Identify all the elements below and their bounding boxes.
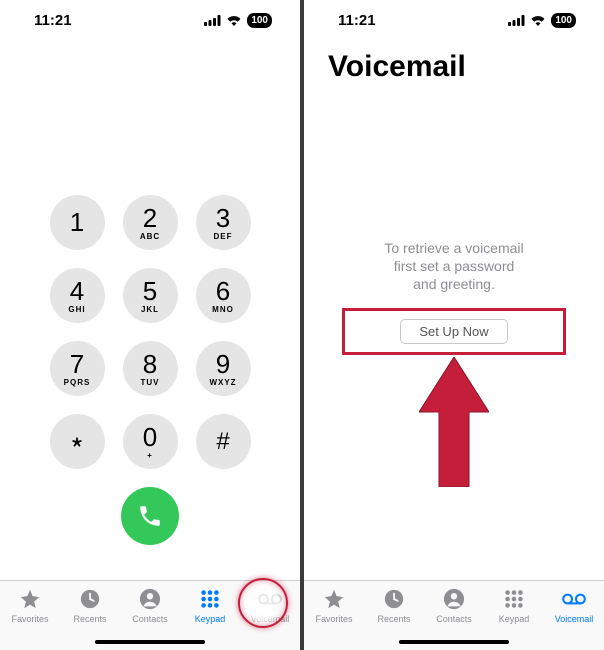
voicemail-body: To retrieve a voicemail first set a pass… xyxy=(304,84,604,580)
tab-voicemail-label: Voicemail xyxy=(555,614,594,624)
setup-now-button[interactable]: Set Up Now xyxy=(400,319,507,344)
battery-indicator: 100 xyxy=(247,13,272,28)
battery-indicator: 100 xyxy=(551,13,576,28)
tab-recents[interactable]: Recents xyxy=(367,587,421,624)
key-5[interactable]: 5JKL xyxy=(123,268,178,323)
cellular-icon xyxy=(508,15,525,26)
status-bar: 11:21 100 xyxy=(304,0,604,40)
tab-recents-label: Recents xyxy=(73,614,106,624)
person-icon xyxy=(138,587,162,611)
person-icon xyxy=(442,587,466,611)
voicemail-icon xyxy=(562,587,586,611)
key-3[interactable]: 3DEF xyxy=(196,195,251,250)
key-pound[interactable]: # xyxy=(196,414,251,469)
status-bar: 11:21 100 xyxy=(0,0,300,40)
star-icon xyxy=(322,587,346,611)
wifi-icon xyxy=(530,15,546,26)
phone-screen-keypad: 11:21 100 1 2ABC 3DEF 4GHI 5JKL 6MNO 7PQ… xyxy=(0,0,300,650)
home-indicator[interactable] xyxy=(399,640,509,644)
status-indicators: 100 xyxy=(508,13,576,28)
tab-contacts-label: Contacts xyxy=(436,614,472,624)
key-star[interactable]: ﹡ xyxy=(50,414,105,469)
clock-icon xyxy=(382,587,406,611)
tab-recents-label: Recents xyxy=(377,614,410,624)
cellular-icon xyxy=(204,15,221,26)
clock-icon xyxy=(78,587,102,611)
voicemail-instructions: To retrieve a voicemail first set a pass… xyxy=(384,239,523,294)
key-1[interactable]: 1 xyxy=(50,195,105,250)
key-0[interactable]: 0+ xyxy=(123,414,178,469)
tab-keypad[interactable]: Keypad xyxy=(487,587,541,624)
voicemail-icon xyxy=(258,587,282,611)
tab-recents[interactable]: Recents xyxy=(63,587,117,624)
keypad-area: 1 2ABC 3DEF 4GHI 5JKL 6MNO 7PQRS 8TUV 9W… xyxy=(0,40,300,580)
call-button[interactable] xyxy=(121,487,179,545)
annotation-arrow-up xyxy=(419,357,489,492)
annotation-highlight-box: Set Up Now xyxy=(342,308,565,355)
tab-contacts[interactable]: Contacts xyxy=(123,587,177,624)
tab-contacts-label: Contacts xyxy=(132,614,168,624)
tab-keypad[interactable]: Keypad xyxy=(183,587,237,624)
status-time: 11:21 xyxy=(34,12,72,29)
page-title: Voicemail xyxy=(328,50,580,84)
tab-favorites-label: Favorites xyxy=(11,614,48,624)
tab-contacts[interactable]: Contacts xyxy=(427,587,481,624)
tab-voicemail[interactable]: Voicemail xyxy=(243,587,297,624)
home-indicator[interactable] xyxy=(95,640,205,644)
wifi-icon xyxy=(226,15,242,26)
key-6[interactable]: 6MNO xyxy=(196,268,251,323)
tab-favorites[interactable]: Favorites xyxy=(3,587,57,624)
voicemail-header: Voicemail xyxy=(304,40,604,84)
phone-screen-voicemail: 11:21 100 Voicemail To retrieve a voicem… xyxy=(304,0,604,650)
keypad-grid: 1 2ABC 3DEF 4GHI 5JKL 6MNO 7PQRS 8TUV 9W… xyxy=(50,195,251,469)
tab-voicemail-label: Voicemail xyxy=(251,614,290,624)
key-8[interactable]: 8TUV xyxy=(123,341,178,396)
key-2[interactable]: 2ABC xyxy=(123,195,178,250)
tab-keypad-label: Keypad xyxy=(195,614,226,624)
keypad-icon xyxy=(198,587,222,611)
tab-favorites-label: Favorites xyxy=(315,614,352,624)
key-9[interactable]: 9WXYZ xyxy=(196,341,251,396)
keypad-icon xyxy=(502,587,526,611)
status-time: 11:21 xyxy=(338,12,376,29)
key-7[interactable]: 7PQRS xyxy=(50,341,105,396)
tab-voicemail[interactable]: Voicemail xyxy=(547,587,601,624)
tab-favorites[interactable]: Favorites xyxy=(307,587,361,624)
tab-keypad-label: Keypad xyxy=(499,614,530,624)
key-4[interactable]: 4GHI xyxy=(50,268,105,323)
status-indicators: 100 xyxy=(204,13,272,28)
star-icon xyxy=(18,587,42,611)
phone-icon xyxy=(137,503,163,529)
